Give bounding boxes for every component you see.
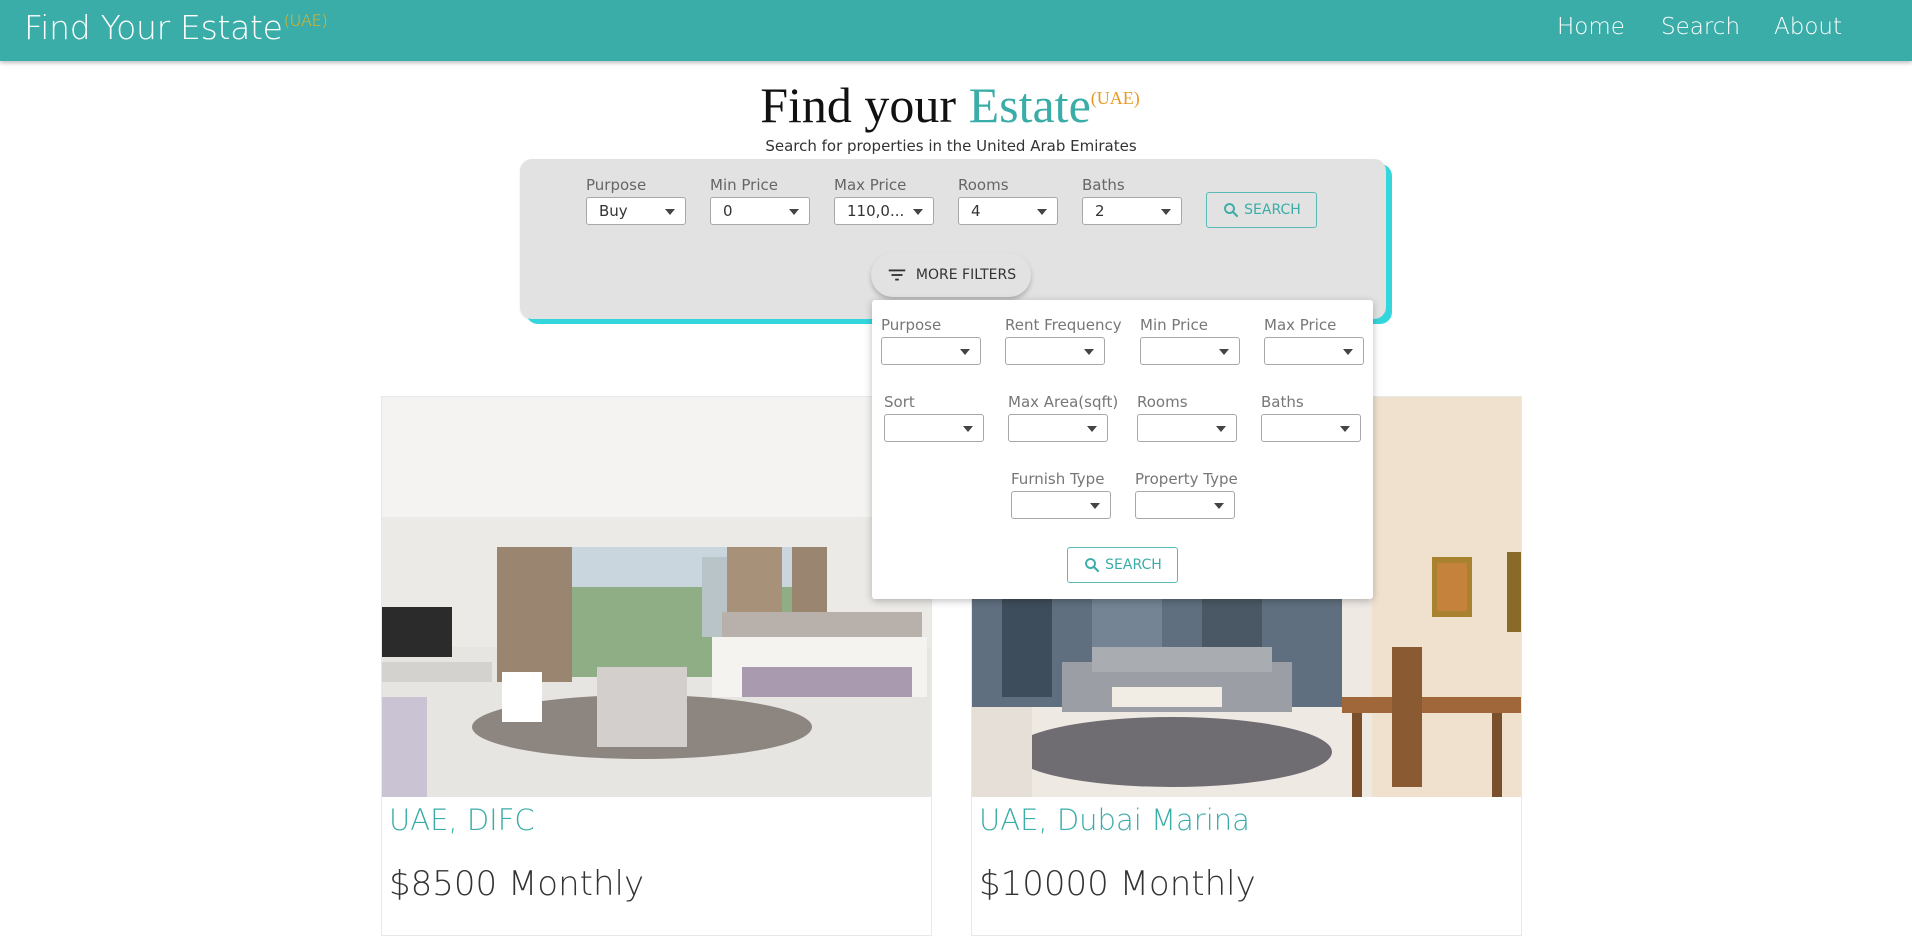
filter-furnish-type-field: Furnish Type: [1011, 470, 1111, 519]
more-filters-label: MORE FILTERS: [915, 267, 1017, 283]
max-price-value: 110,0...: [847, 202, 905, 220]
filter-purpose-label: Purpose: [881, 316, 942, 334]
filter-purpose-select[interactable]: [881, 337, 981, 365]
filter-search-button[interactable]: SEARCH: [1067, 547, 1178, 583]
chevron-down-icon: [1219, 349, 1229, 355]
max-price-select[interactable]: 110,0...: [834, 197, 934, 225]
max-price-field: Max Price 110,0...: [834, 176, 934, 225]
search-icon: [1224, 203, 1239, 218]
filter-baths-label: Baths: [1261, 393, 1304, 411]
listing-price: $10000 Monthly: [979, 864, 1256, 904]
nav-home-link[interactable]: Home: [1557, 14, 1625, 40]
chevron-down-icon: [960, 349, 970, 355]
chevron-down-icon: [1084, 349, 1094, 355]
baths-label: Baths: [1082, 176, 1125, 194]
filter-sort-field: Sort: [884, 393, 984, 442]
filter-rent-frequency-field: Rent Frequency: [1005, 316, 1122, 365]
chevron-down-icon: [1161, 209, 1171, 215]
min-price-label: Min Price: [710, 176, 778, 194]
rooms-label: Rooms: [958, 176, 1009, 194]
baths-select[interactable]: 2: [1082, 197, 1182, 225]
filter-min-price-field: Min Price: [1140, 316, 1240, 365]
property-photo-bedroom: [382, 397, 931, 797]
purpose-select[interactable]: Buy: [586, 197, 686, 225]
filter-max-price-label: Max Price: [1264, 316, 1337, 334]
chevron-down-icon: [1214, 503, 1224, 509]
filter-max-price-field: Max Price: [1264, 316, 1364, 365]
purpose-value: Buy: [599, 202, 628, 220]
listing-card[interactable]: UAE, DIFC $8500 Monthly: [381, 396, 932, 936]
chevron-down-icon: [1216, 426, 1226, 432]
filter-baths-field: Baths: [1261, 393, 1361, 442]
min-price-select[interactable]: 0: [710, 197, 810, 225]
filter-rooms-label: Rooms: [1137, 393, 1188, 411]
chevron-down-icon: [789, 209, 799, 215]
filter-furnish-type-label: Furnish Type: [1011, 470, 1105, 488]
page-subtitle: Search for properties in the United Arab…: [765, 137, 1137, 155]
chevron-down-icon: [1037, 209, 1047, 215]
listing-price: $8500 Monthly: [389, 864, 645, 904]
chevron-down-icon: [1340, 426, 1350, 432]
more-filters-popover: Purpose Rent Frequency Min Price Max Pri…: [872, 300, 1373, 599]
baths-value: 2: [1095, 202, 1105, 220]
min-price-value: 0: [723, 202, 733, 220]
search-button[interactable]: SEARCH: [1206, 192, 1317, 228]
filter-max-area-select[interactable]: [1008, 414, 1108, 442]
nav-about-link[interactable]: About: [1774, 14, 1842, 40]
filter-sort-label: Sort: [884, 393, 915, 411]
brand-logo[interactable]: Find Your Estate(UAE): [24, 8, 328, 47]
min-price-field: Min Price 0: [710, 176, 810, 225]
chevron-down-icon: [1090, 503, 1100, 509]
title-part-1: Find your: [760, 77, 969, 133]
baths-field: Baths 2: [1082, 176, 1182, 225]
filter-icon: [888, 269, 906, 281]
filter-search-button-label: SEARCH: [1105, 557, 1162, 573]
filter-rent-frequency-label: Rent Frequency: [1005, 316, 1122, 334]
filter-property-type-field: Property Type: [1135, 470, 1238, 519]
nav-search-link[interactable]: Search: [1661, 14, 1740, 40]
filter-min-price-label: Min Price: [1140, 316, 1208, 334]
filter-property-type-select[interactable]: [1135, 491, 1235, 519]
search-button-label: SEARCH: [1244, 202, 1301, 218]
filter-property-type-label: Property Type: [1135, 470, 1238, 488]
filter-max-area-label: Max Area(sqft): [1008, 393, 1119, 411]
chevron-down-icon: [665, 209, 675, 215]
page-title: Find your Estate(UAE): [0, 76, 1900, 134]
chevron-down-icon: [1343, 349, 1353, 355]
brand-region: (UAE): [283, 11, 328, 30]
filter-rooms-field: Rooms: [1137, 393, 1237, 442]
rooms-value: 4: [971, 202, 981, 220]
max-price-label: Max Price: [834, 176, 907, 194]
filter-max-area-field: Max Area(sqft): [1008, 393, 1118, 442]
filter-max-price-select[interactable]: [1264, 337, 1364, 365]
listing-location[interactable]: UAE, DIFC: [389, 803, 535, 837]
filter-rent-frequency-select[interactable]: [1005, 337, 1105, 365]
listing-location[interactable]: UAE, Dubai Marina: [979, 803, 1250, 837]
chevron-down-icon: [1087, 426, 1097, 432]
purpose-label: Purpose: [586, 176, 647, 194]
rooms-field: Rooms 4: [958, 176, 1058, 225]
title-part-2: Estate: [968, 77, 1091, 133]
chevron-down-icon: [963, 426, 973, 432]
property-photo[interactable]: [382, 397, 931, 797]
search-icon: [1085, 558, 1100, 573]
more-filters-button[interactable]: MORE FILTERS: [871, 253, 1031, 297]
title-region: (UAE): [1090, 88, 1140, 108]
filter-rooms-select[interactable]: [1137, 414, 1237, 442]
filter-baths-select[interactable]: [1261, 414, 1361, 442]
brand-text: Find Your Estate: [24, 8, 283, 47]
navbar: Find Your Estate(UAE) Home Search About: [0, 0, 1912, 61]
purpose-field: Purpose Buy: [586, 176, 686, 225]
rooms-select[interactable]: 4: [958, 197, 1058, 225]
filter-purpose-field: Purpose: [881, 316, 981, 365]
filter-sort-select[interactable]: [884, 414, 984, 442]
filter-min-price-select[interactable]: [1140, 337, 1240, 365]
chevron-down-icon: [913, 209, 923, 215]
filter-furnish-type-select[interactable]: [1011, 491, 1111, 519]
